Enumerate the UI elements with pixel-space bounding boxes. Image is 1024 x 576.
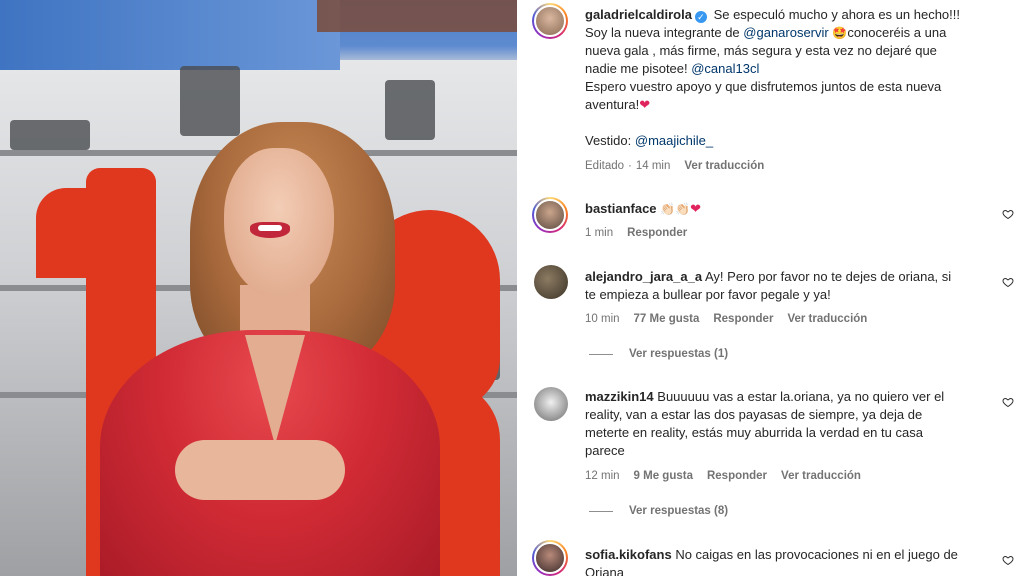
post-meta: Editado · 14 min Ver traducción xyxy=(585,160,765,172)
person-hands xyxy=(175,440,345,500)
caption-line: nueva gala , más firme, más segura y est… xyxy=(585,43,937,58)
like-heart-icon[interactable] xyxy=(1002,554,1014,566)
comment-time: 1 min xyxy=(585,227,614,239)
verified-icon: ✓ xyxy=(694,11,707,23)
star-eyes-emoji-icon: 🤩 xyxy=(832,26,848,40)
comment-text: reality, van a estar las dos payasas de … xyxy=(585,407,923,422)
comment-time: 10 min xyxy=(585,313,620,325)
caption-line: Espero vuestro apoyo y que disfrutemos j… xyxy=(585,79,942,94)
comment-text: meterte en reality, estás muy aburrida l… xyxy=(585,425,923,440)
caption-line: Se especuló mucho y ahora es un hecho!!! xyxy=(713,7,960,22)
post-time: 14 min xyxy=(635,160,671,172)
comment-meta: 12 min 9 Me gusta Responder Ver traducción xyxy=(585,470,875,482)
comment-meta: 1 min Responder xyxy=(585,227,701,239)
comment-username[interactable]: alejandro_jara_a_a xyxy=(585,269,702,284)
mention-link[interactable]: @maajichile_ xyxy=(635,133,713,148)
caption-line: conoceréis a una xyxy=(847,25,947,40)
author-username[interactable]: galadrielcaldirola xyxy=(585,7,692,22)
view-replies-label: Ver respuestas (8) xyxy=(629,505,729,517)
reply-button[interactable]: Responder xyxy=(627,227,687,239)
edited-label: Editado xyxy=(585,160,625,172)
commenter-avatar[interactable] xyxy=(534,387,568,421)
comment: bastianface 👏🏻👏🏻❤ xyxy=(585,200,701,218)
comment-text: Buuuuuu vas a estar la.oriana, ya no qui… xyxy=(657,389,945,404)
person-smile xyxy=(250,222,290,238)
mention-link[interactable]: @ganaroservir xyxy=(743,25,828,40)
comment: mazzikin14 Buuuuuu vas a estar la.oriana… xyxy=(585,388,995,460)
like-heart-icon[interactable] xyxy=(1002,208,1014,220)
comment-text: Ay! Pero por favor no te dejes de oriana… xyxy=(704,269,952,284)
window-sky xyxy=(0,0,340,70)
commenter-avatar[interactable] xyxy=(534,265,568,299)
view-replies-button[interactable]: Ver respuestas (8) xyxy=(589,505,728,517)
comment-meta: 10 min 77 Me gusta Responder Ver traducción xyxy=(585,313,881,325)
mention-link[interactable]: @canal13cl xyxy=(691,61,759,76)
likes-count[interactable]: 9 Me gusta xyxy=(634,470,693,482)
comment-text: parece xyxy=(585,443,625,458)
reply-button[interactable]: Responder xyxy=(713,313,773,325)
like-heart-icon[interactable] xyxy=(1002,276,1014,288)
see-translation-link[interactable]: Ver traducción xyxy=(684,160,764,172)
comment-time: 12 min xyxy=(585,470,620,482)
comment-username[interactable]: bastianface xyxy=(585,201,657,216)
red-heart-icon: ❤ xyxy=(690,201,701,216)
dress-label: Vestido: xyxy=(585,133,635,148)
comment-text: te empieza a bullear por favor pegale y … xyxy=(585,287,831,302)
caption-line: nadie me pisotee! xyxy=(585,61,692,76)
divider xyxy=(589,510,613,512)
camera-equipment xyxy=(10,120,90,150)
commenter-avatar[interactable] xyxy=(532,540,568,576)
author-avatar[interactable] xyxy=(532,3,568,39)
see-translation-link[interactable]: Ver traducción xyxy=(781,470,861,482)
like-heart-icon[interactable] xyxy=(1002,396,1014,408)
clapping-hands-icon: 👏🏻👏🏻 xyxy=(660,202,691,216)
comment-username[interactable]: mazzikin14 xyxy=(585,389,654,404)
post-photo[interactable] xyxy=(0,0,517,576)
red-heart-icon: ❤ xyxy=(639,97,651,112)
comment: sofia.kikofans No caigas en las provocac… xyxy=(585,546,995,576)
caption-line: Soy la nueva integrante de xyxy=(585,25,744,40)
view-replies-button[interactable]: Ver respuestas (1) xyxy=(589,348,728,360)
comment: alejandro_jara_a_a Ay! Pero por favor no… xyxy=(585,268,995,304)
camera-equipment xyxy=(385,80,435,140)
brick-wall xyxy=(317,0,517,32)
reply-button[interactable]: Responder xyxy=(707,470,767,482)
see-translation-link[interactable]: Ver traducción xyxy=(787,313,867,325)
camera-equipment xyxy=(180,66,240,136)
likes-count[interactable]: 77 Me gusta xyxy=(634,313,700,325)
comments-panel: galadrielcaldirola ✓ Se especuló mucho y … xyxy=(517,0,1024,576)
commenter-avatar[interactable] xyxy=(532,197,568,233)
view-replies-label: Ver respuestas (1) xyxy=(629,348,729,360)
comment-text: No caigas en las provocaciones ni en el … xyxy=(675,547,958,562)
post-caption: galadrielcaldirola ✓ Se especuló mucho y … xyxy=(585,6,1005,150)
caption-line: aventura! xyxy=(585,97,640,112)
divider xyxy=(589,353,613,355)
comment-text: Oriana xyxy=(585,565,625,576)
comment-username[interactable]: sofia.kikofans xyxy=(585,547,672,562)
